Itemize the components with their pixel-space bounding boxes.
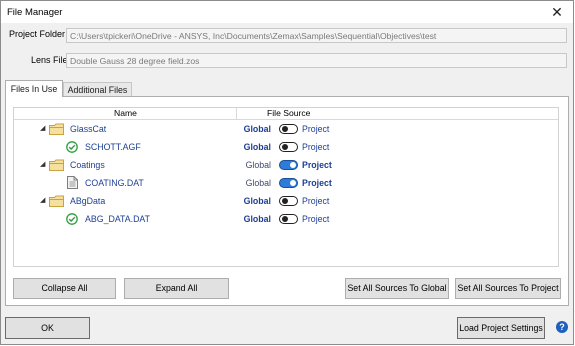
document-icon bbox=[67, 176, 78, 189]
toggle-knob bbox=[281, 198, 288, 204]
folder-icon bbox=[49, 195, 64, 207]
expand-all-button[interactable]: Expand All bbox=[124, 278, 229, 299]
source-global-label: Global bbox=[243, 214, 271, 224]
ok-button[interactable]: OK bbox=[5, 317, 90, 339]
source-project-label: Project bbox=[302, 214, 330, 224]
source-toggle-glasscat[interactable] bbox=[279, 124, 298, 134]
toggle-knob bbox=[281, 144, 288, 150]
column-header-name[interactable]: Name bbox=[114, 108, 137, 119]
source-global-label: Global bbox=[243, 142, 271, 152]
title-bar: File Manager ✕ bbox=[1, 1, 573, 23]
project-folder-field[interactable]: C:\Users\tpickeri\OneDrive - ANSYS, Inc\… bbox=[66, 28, 567, 43]
source-toggle-abg-data-dat[interactable] bbox=[279, 214, 298, 224]
collapse-arrow-icon[interactable]: ◢ bbox=[40, 196, 45, 204]
column-header-file-source[interactable]: File Source bbox=[267, 108, 310, 119]
check-circle-icon bbox=[66, 141, 78, 153]
collapse-all-button[interactable]: Collapse All bbox=[13, 278, 116, 299]
tree-item-coating-dat[interactable]: COATING.DAT bbox=[85, 178, 144, 189]
check-circle-icon bbox=[66, 213, 78, 225]
lens-file-label: Lens File bbox=[31, 55, 68, 65]
source-project-label: Project bbox=[302, 124, 330, 134]
tree-item-abg-data-dat[interactable]: ABG_DATA.DAT bbox=[85, 214, 150, 225]
window-title: File Manager bbox=[7, 7, 63, 18]
source-toggle-abgdata[interactable] bbox=[279, 196, 298, 206]
toggle-knob bbox=[281, 126, 288, 132]
source-project-label: Project bbox=[302, 178, 332, 188]
toggle-knob bbox=[289, 180, 296, 186]
column-divider bbox=[236, 107, 237, 119]
tree-item-abgdata[interactable]: ABgData bbox=[70, 196, 105, 207]
set-all-global-button[interactable]: Set All Sources To Global bbox=[345, 278, 449, 299]
source-global-label: Global bbox=[243, 196, 271, 206]
source-global-label: Global bbox=[245, 178, 271, 188]
help-icon[interactable]: ? bbox=[556, 321, 568, 333]
lens-file-field[interactable]: Double Gauss 28 degree field.zos bbox=[66, 53, 567, 68]
folder-icon bbox=[49, 123, 64, 135]
collapse-arrow-icon[interactable]: ◢ bbox=[40, 160, 45, 168]
project-folder-label: Project Folder bbox=[9, 29, 66, 39]
toggle-knob bbox=[281, 216, 288, 222]
source-toggle-coating-dat[interactable] bbox=[279, 178, 298, 188]
load-project-settings-button[interactable]: Load Project Settings bbox=[457, 317, 545, 339]
source-project-label: Project bbox=[302, 142, 330, 152]
tab-additional-files[interactable]: Additional Files bbox=[63, 82, 132, 96]
source-project-label: Project bbox=[302, 196, 330, 206]
source-project-label: Project bbox=[302, 160, 332, 170]
source-toggle-coatings[interactable] bbox=[279, 160, 298, 170]
source-toggle-schott-agf[interactable] bbox=[279, 142, 298, 152]
collapse-arrow-icon[interactable]: ◢ bbox=[40, 124, 45, 132]
source-global-label: Global bbox=[245, 160, 271, 170]
set-all-project-button[interactable]: Set All Sources To Project bbox=[455, 278, 561, 299]
source-global-label: Global bbox=[243, 124, 271, 134]
tree-item-schott-agf[interactable]: SCHOTT.AGF bbox=[85, 142, 141, 153]
toggle-knob bbox=[289, 162, 296, 168]
tree-item-coatings[interactable]: Coatings bbox=[70, 160, 105, 171]
header-divider bbox=[14, 119, 558, 120]
folder-icon bbox=[49, 159, 64, 171]
close-icon[interactable]: ✕ bbox=[549, 4, 565, 20]
tab-files-in-use[interactable]: Files In Use bbox=[5, 80, 63, 97]
tree-item-glasscat[interactable]: GlassCat bbox=[70, 124, 106, 135]
